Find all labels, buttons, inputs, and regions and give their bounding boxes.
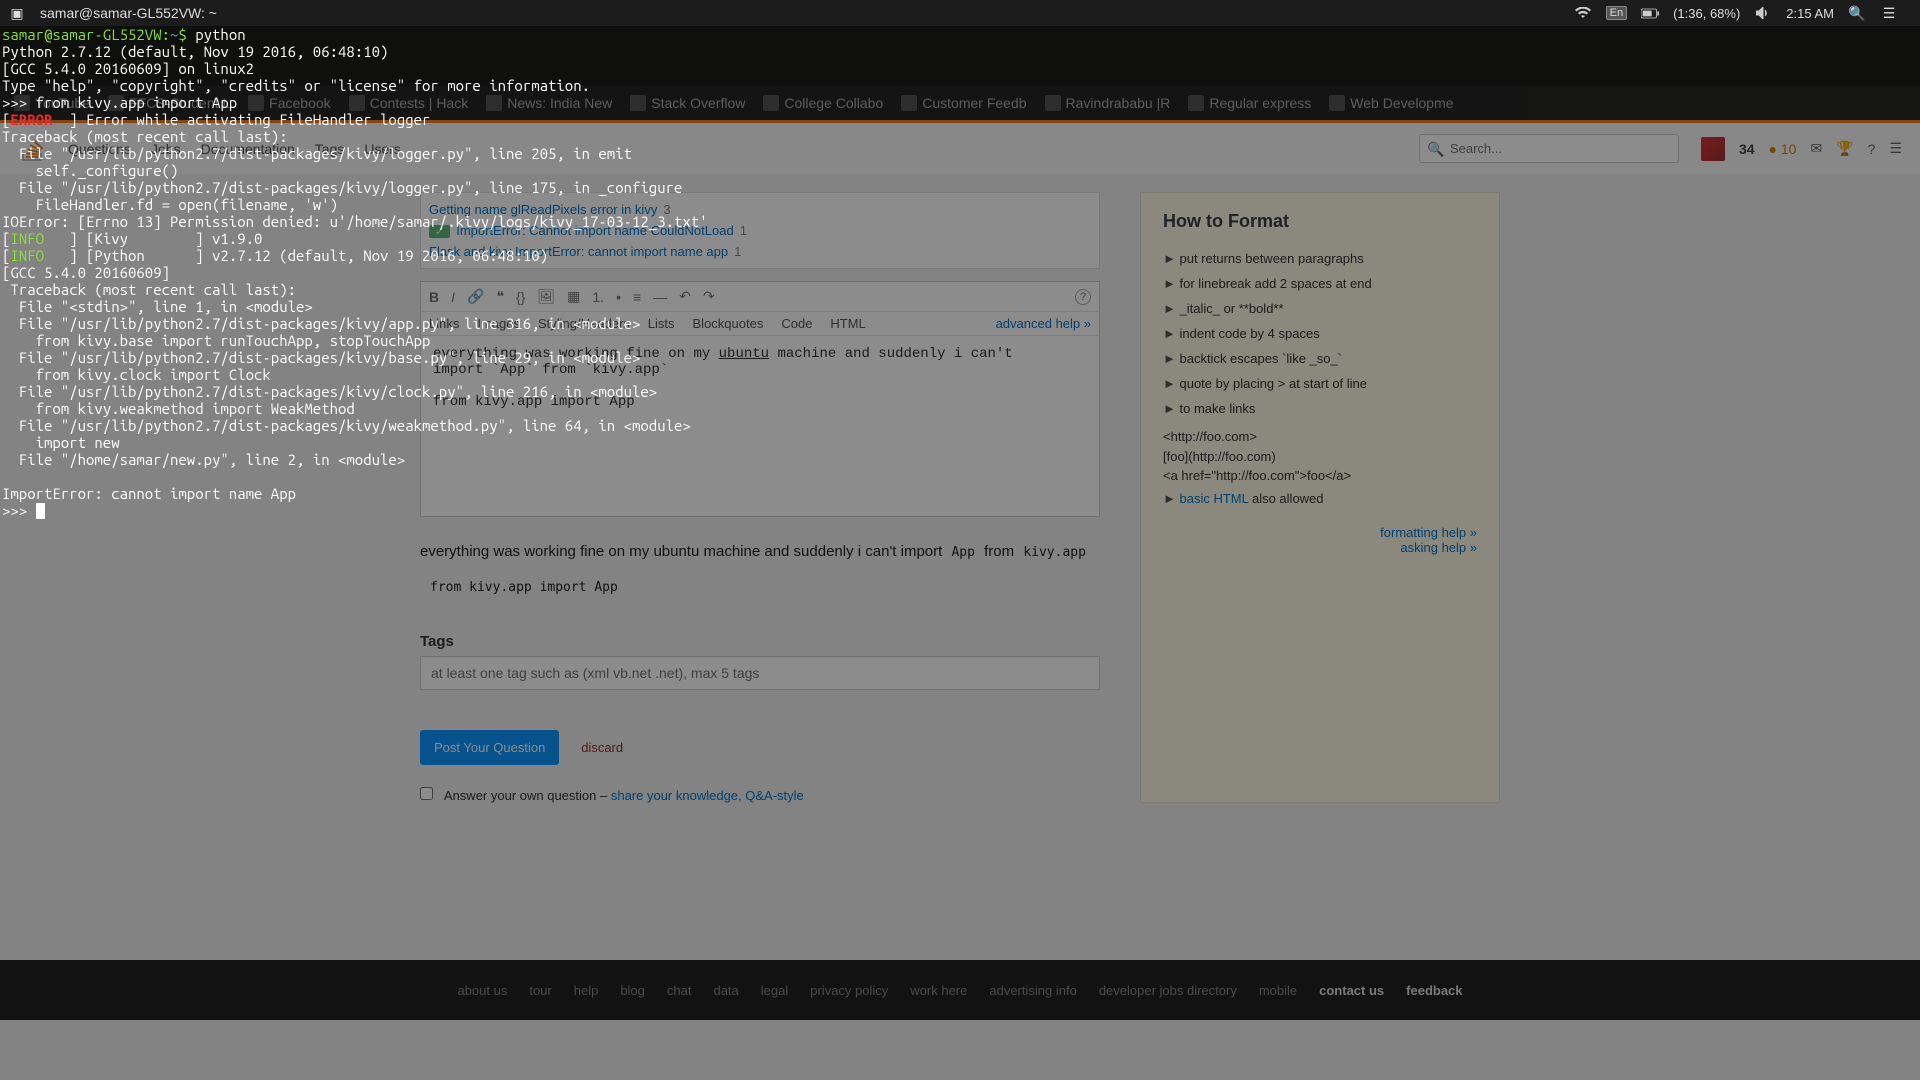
footer-link[interactable]: privacy policy (810, 983, 888, 998)
footer-link[interactable]: tour (529, 983, 551, 998)
menu-extra-icon[interactable]: ☰ (1880, 4, 1898, 22)
fmt-item: _italic_ or **bold** (1163, 296, 1477, 321)
terminal-app-icon[interactable]: ▣ (8, 4, 26, 22)
footer-link[interactable]: advertising info (989, 983, 1076, 998)
bronze-badge: ● 10 (1769, 141, 1797, 157)
footer-link[interactable]: data (713, 983, 738, 998)
search-icon: 🔍 (1427, 141, 1444, 158)
preview: everything was working fine on my ubuntu… (420, 541, 1100, 603)
site-icon (1329, 95, 1345, 111)
site-icon (901, 95, 917, 111)
formatting-help-link[interactable]: formatting help » (1163, 525, 1477, 540)
volume-icon[interactable] (1754, 4, 1772, 22)
spotlight-icon[interactable]: 🔍 (1848, 4, 1866, 22)
user-area: 34 ● 10 ✉ 🏆 ? ☰ (1701, 137, 1902, 161)
fmt-item: quote by placing > at start of line (1163, 371, 1477, 396)
answer-own-link[interactable]: share your knowledge, Q&A-style (611, 788, 804, 803)
battery-text: (1:36, 68%) (1673, 6, 1740, 21)
bookmark-webdev[interactable]: Web Developme (1329, 95, 1453, 111)
help-icon[interactable]: ? (1868, 141, 1876, 157)
site-icon (763, 95, 779, 111)
wifi-icon[interactable] (1574, 4, 1592, 22)
bookmark-ravindra[interactable]: Ravindrababu |R (1045, 95, 1171, 111)
fmt-item: put returns between paragraphs (1163, 246, 1477, 271)
bookmark-customer[interactable]: Customer Feedb (901, 95, 1026, 111)
battery-icon[interactable] (1641, 4, 1659, 22)
basic-html-link[interactable]: basic HTML (1179, 491, 1248, 506)
format-list-2: basic HTML also allowed (1163, 486, 1477, 511)
format-title: How to Format (1163, 211, 1477, 232)
footer-link[interactable]: contact us (1319, 983, 1384, 998)
editor-help-icon[interactable]: ? (1075, 289, 1091, 305)
input-lang-indicator[interactable]: En (1606, 6, 1627, 20)
menubar-left: ▣ samar@samar-GL552VW: ~ (8, 4, 217, 22)
preview-codeblock: from kivy.app import App (420, 572, 1100, 603)
reputation: 34 (1739, 141, 1755, 157)
macos-menubar: ▣ samar@samar-GL552VW: ~ En (1:36, 68%) … (0, 0, 1920, 26)
achievements-icon[interactable]: 🏆 (1836, 140, 1853, 157)
terminal-cursor (36, 503, 45, 519)
so-footer: about us tour help blog chat data legal … (0, 960, 1920, 1020)
asking-help-link[interactable]: asking help » (1163, 540, 1477, 555)
terminal-output[interactable]: samar@samar-GL552VW:~$ python Python 2.7… (2, 26, 708, 519)
footer-link[interactable]: work here (910, 983, 967, 998)
tab-html[interactable]: HTML (830, 316, 865, 331)
fmt-item: basic HTML also allowed (1163, 486, 1477, 511)
answer-own-checkbox[interactable] (420, 787, 433, 800)
discard-link[interactable]: discard (581, 740, 623, 755)
format-link-examples: <http://foo.com> [foo](http://foo.com) <… (1163, 427, 1477, 486)
submit-row: Post Your Question discard (420, 690, 1100, 765)
site-switcher-icon[interactable]: ☰ (1889, 140, 1902, 157)
footer-link[interactable]: chat (667, 983, 692, 998)
footer-link[interactable]: blog (620, 983, 645, 998)
search-input[interactable] (1419, 134, 1679, 163)
tags-label: Tags (420, 633, 1100, 650)
answer-own-row: Answer your own question – share your kn… (420, 787, 1100, 803)
fmt-item: for linebreak add 2 spaces at end (1163, 271, 1477, 296)
advanced-help-link[interactable]: advanced help » (996, 316, 1091, 331)
avatar[interactable] (1701, 137, 1725, 161)
inbox-icon[interactable]: ✉ (1810, 140, 1822, 157)
format-help-links: formatting help » asking help » (1163, 525, 1477, 555)
footer-link[interactable]: about us (457, 983, 507, 998)
site-icon (1188, 95, 1204, 111)
tags-input[interactable] (420, 656, 1100, 690)
fmt-item: backtick escapes `like _so_` (1163, 346, 1477, 371)
footer-link[interactable]: help (574, 983, 599, 998)
post-question-button[interactable]: Post Your Question (420, 730, 559, 765)
menubar-right: En (1:36, 68%) 2:15 AM 🔍 ☰ (1574, 4, 1912, 22)
how-to-format-panel: How to Format put returns between paragr… (1140, 192, 1500, 803)
window-title: samar@samar-GL552VW: ~ (40, 5, 217, 21)
tab-code[interactable]: Code (781, 316, 812, 331)
bookmark-regex[interactable]: Regular express (1188, 95, 1311, 111)
bookmark-college[interactable]: College Collabo (763, 95, 883, 111)
footer-link[interactable]: feedback (1406, 983, 1462, 998)
footer-link[interactable]: mobile (1259, 983, 1297, 998)
fmt-item: to make links (1163, 396, 1477, 421)
clock[interactable]: 2:15 AM (1786, 6, 1834, 21)
search-box: 🔍 (1419, 134, 1679, 163)
format-list: put returns between paragraphs for lineb… (1163, 246, 1477, 421)
footer-link[interactable]: developer jobs directory (1099, 983, 1237, 998)
site-icon (1045, 95, 1061, 111)
footer-link[interactable]: legal (761, 983, 788, 998)
fmt-item: indent code by 4 spaces (1163, 321, 1477, 346)
